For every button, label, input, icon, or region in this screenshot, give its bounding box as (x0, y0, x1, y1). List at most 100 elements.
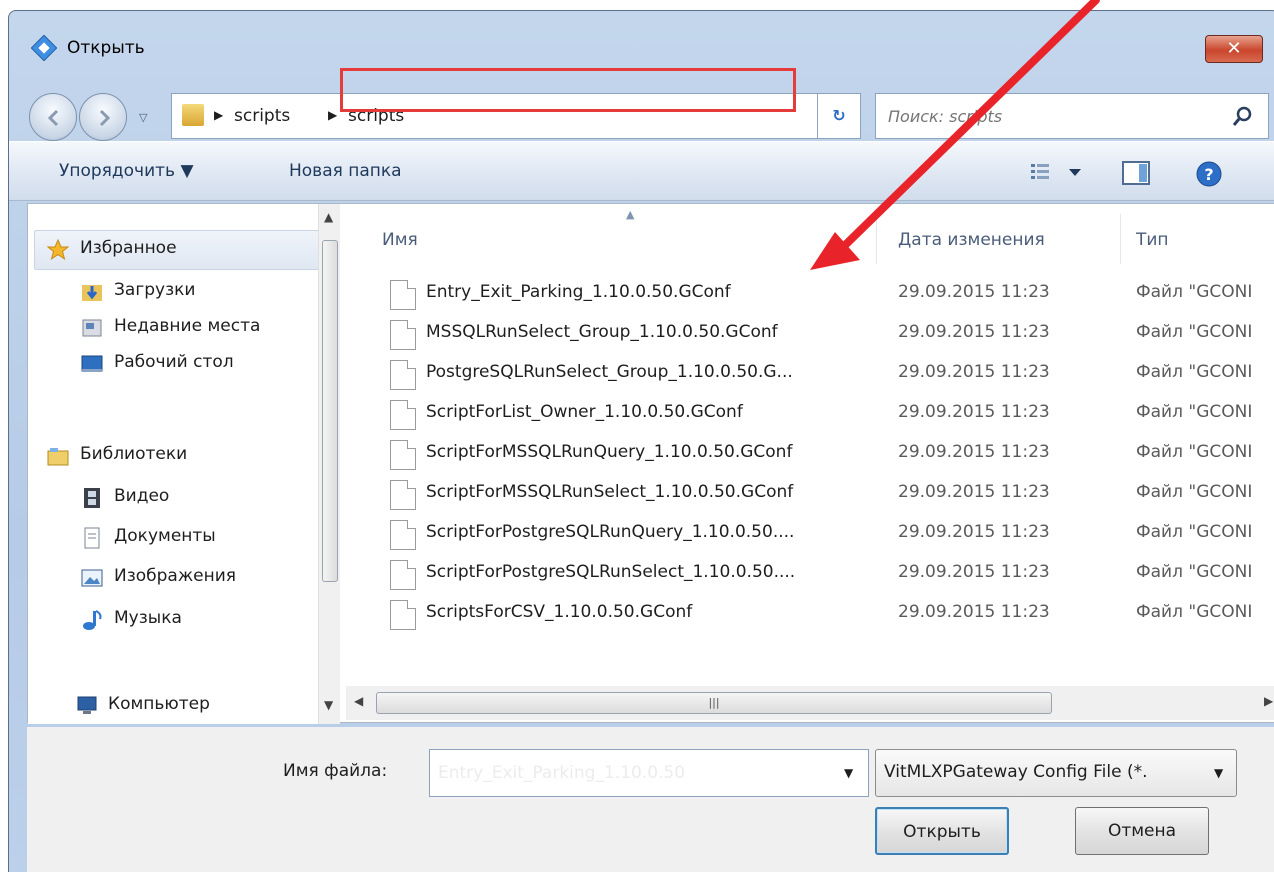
filetype-select[interactable]: VitMLXPGateway Config File (*. ▼ (875, 749, 1237, 797)
file-type: Файл "GCONI (1136, 522, 1253, 542)
close-button[interactable]: ✕ (1205, 35, 1263, 63)
back-button[interactable] (29, 93, 77, 141)
file-row[interactable]: Entry_Exit_Parking_1.10.0.50.GConf 29.09… (346, 274, 1274, 314)
forward-button[interactable] (79, 93, 127, 141)
file-type: Файл "GCONI (1136, 282, 1253, 302)
file-list-horizontal-scrollbar[interactable]: ◀ ||| ▶ (346, 686, 1274, 720)
file-row[interactable]: ScriptsForCSV_1.10.0.50.GConf 29.09.2015… (346, 594, 1274, 634)
file-date: 29.09.2015 11:23 (898, 562, 1050, 582)
scroll-right-icon[interactable]: ▶ (1264, 694, 1273, 708)
forward-arrow-icon (99, 109, 111, 127)
sidebar-item-label: Документы (114, 526, 216, 546)
sidebar-item-label: Рабочий стол (114, 352, 234, 372)
refresh-icon: ↻ (832, 106, 846, 125)
file-name: ScriptForPostgreSQLRunSelect_1.10.0.50..… (426, 562, 796, 582)
filename-input[interactable] (430, 750, 830, 796)
file-icon (390, 400, 416, 430)
documents-icon (84, 527, 100, 549)
sidebar-item-label: Библиотеки (80, 444, 188, 464)
file-date: 29.09.2015 11:23 (898, 282, 1050, 302)
file-icon (390, 360, 416, 390)
recent-places-icon (82, 319, 102, 337)
scrollbar-thumb[interactable] (322, 240, 338, 582)
column-divider[interactable] (1120, 214, 1121, 264)
filename-combobox[interactable]: ▼ (429, 749, 869, 797)
libraries-icon (47, 448, 69, 466)
nav-pane-scrollbar[interactable]: ▲ ▼ (318, 204, 340, 724)
new-folder-button[interactable]: Новая папка (289, 161, 402, 181)
file-type: Файл "GCONI (1136, 362, 1253, 382)
chevron-down-icon: ▼ (1214, 766, 1224, 780)
navigation-pane: Избранное Загрузки Недавние места Рабочи… (28, 204, 330, 724)
breadcrumb-separator-icon[interactable]: ▶ (328, 108, 337, 122)
close-icon: ✕ (1226, 38, 1242, 59)
dialog-footer: Имя файла: ▼ VitMLXPGateway Config File … (27, 727, 1274, 872)
window-title: Открыть (67, 38, 145, 58)
chevron-down-icon[interactable]: ▼ (844, 766, 853, 780)
column-header-name[interactable]: Имя (382, 230, 418, 250)
file-name: Entry_Exit_Parking_1.10.0.50.GConf (426, 282, 731, 302)
file-icon (390, 280, 416, 310)
scroll-left-icon[interactable]: ◀ (354, 694, 363, 708)
file-type: Файл "GCONI (1136, 482, 1253, 502)
video-icon (84, 488, 100, 508)
file-icon (390, 560, 416, 590)
file-name: ScriptForPostgreSQLRunQuery_1.10.0.50...… (426, 522, 795, 542)
file-row[interactable]: ScriptForPostgreSQLRunSelect_1.10.0.50..… (346, 554, 1274, 594)
file-name: ScriptForMSSQLRunQuery_1.10.0.50.GConf (426, 442, 793, 462)
computer-icon (77, 696, 97, 714)
file-icon (390, 480, 416, 510)
filename-label: Имя файла: (283, 761, 388, 781)
file-name: ScriptForMSSQLRunSelect_1.10.0.50.GConf (426, 482, 794, 502)
search-icon[interactable] (1232, 105, 1254, 127)
file-icon (390, 440, 416, 470)
column-divider[interactable] (876, 214, 877, 264)
title-bar: Открыть ✕ (9, 11, 1274, 75)
search-box[interactable] (875, 93, 1269, 139)
desktop-icon (81, 355, 103, 372)
file-date: 29.09.2015 11:23 (898, 482, 1050, 502)
organize-button[interactable]: Упорядочить ▼ (59, 161, 194, 181)
column-header-type[interactable]: Тип (1136, 230, 1169, 250)
file-date: 29.09.2015 11:23 (898, 362, 1050, 382)
sidebar-item-label: Компьютер (108, 694, 210, 714)
open-button[interactable]: Открыть (875, 807, 1009, 855)
scroll-up-icon[interactable]: ▲ (324, 210, 333, 224)
file-date: 29.09.2015 11:23 (898, 522, 1050, 542)
preview-pane-icon[interactable] (1121, 160, 1151, 186)
file-row[interactable]: MSSQLRunSelect_Group_1.10.0.50.GConf 29.… (346, 314, 1274, 354)
sidebar-item-label: Изображения (114, 566, 237, 586)
file-row[interactable]: ScriptForPostgreSQLRunQuery_1.10.0.50...… (346, 514, 1274, 554)
file-name: ScriptForList_Owner_1.10.0.50.GConf (426, 402, 743, 422)
file-name: ScriptsForCSV_1.10.0.50.GConf (426, 602, 693, 622)
sidebar-item-label: Видео (114, 486, 170, 506)
file-row[interactable]: ScriptForList_Owner_1.10.0.50.GConf 29.0… (346, 394, 1274, 434)
sidebar-item-label: Музыка (114, 608, 182, 628)
file-row[interactable]: ScriptForMSSQLRunQuery_1.10.0.50.GConf 2… (346, 434, 1274, 474)
refresh-button[interactable]: ↻ (817, 93, 861, 139)
breadcrumb-item[interactable]: scripts (234, 106, 290, 126)
cancel-button[interactable]: Отмена (1075, 807, 1209, 855)
recent-pages-dropdown-icon[interactable]: ▽ (139, 111, 147, 124)
search-input[interactable] (876, 94, 1216, 138)
file-icon (390, 520, 416, 550)
command-bar: Упорядочить ▼ Новая папка ? (9, 141, 1274, 201)
breadcrumb-separator-icon[interactable]: ▶ (214, 108, 223, 122)
column-header-date[interactable]: Дата изменения (898, 230, 1045, 250)
file-type: Файл "GCONI (1136, 602, 1253, 622)
file-icon (390, 320, 416, 350)
scroll-down-icon[interactable]: ▼ (324, 698, 333, 712)
filetype-value: VitMLXPGateway Config File (*. (884, 762, 1148, 782)
file-type: Файл "GCONI (1136, 402, 1253, 422)
file-type: Файл "GCONI (1136, 442, 1253, 462)
music-icon (83, 610, 102, 630)
file-date: 29.09.2015 11:23 (898, 322, 1050, 342)
star-icon (46, 238, 70, 261)
file-row[interactable]: ScriptForMSSQLRunSelect_1.10.0.50.GConf … (346, 474, 1274, 514)
file-type: Файл "GCONI (1136, 562, 1253, 582)
help-icon[interactable]: ? (1195, 160, 1223, 188)
file-row[interactable]: PostgreSQLRunSelect_Group_1.10.0.50.G...… (346, 354, 1274, 394)
sort-ascending-icon: ▲ (626, 208, 635, 221)
scrollbar-thumb[interactable]: ||| (376, 692, 1052, 714)
view-options-icon[interactable] (1029, 160, 1089, 184)
